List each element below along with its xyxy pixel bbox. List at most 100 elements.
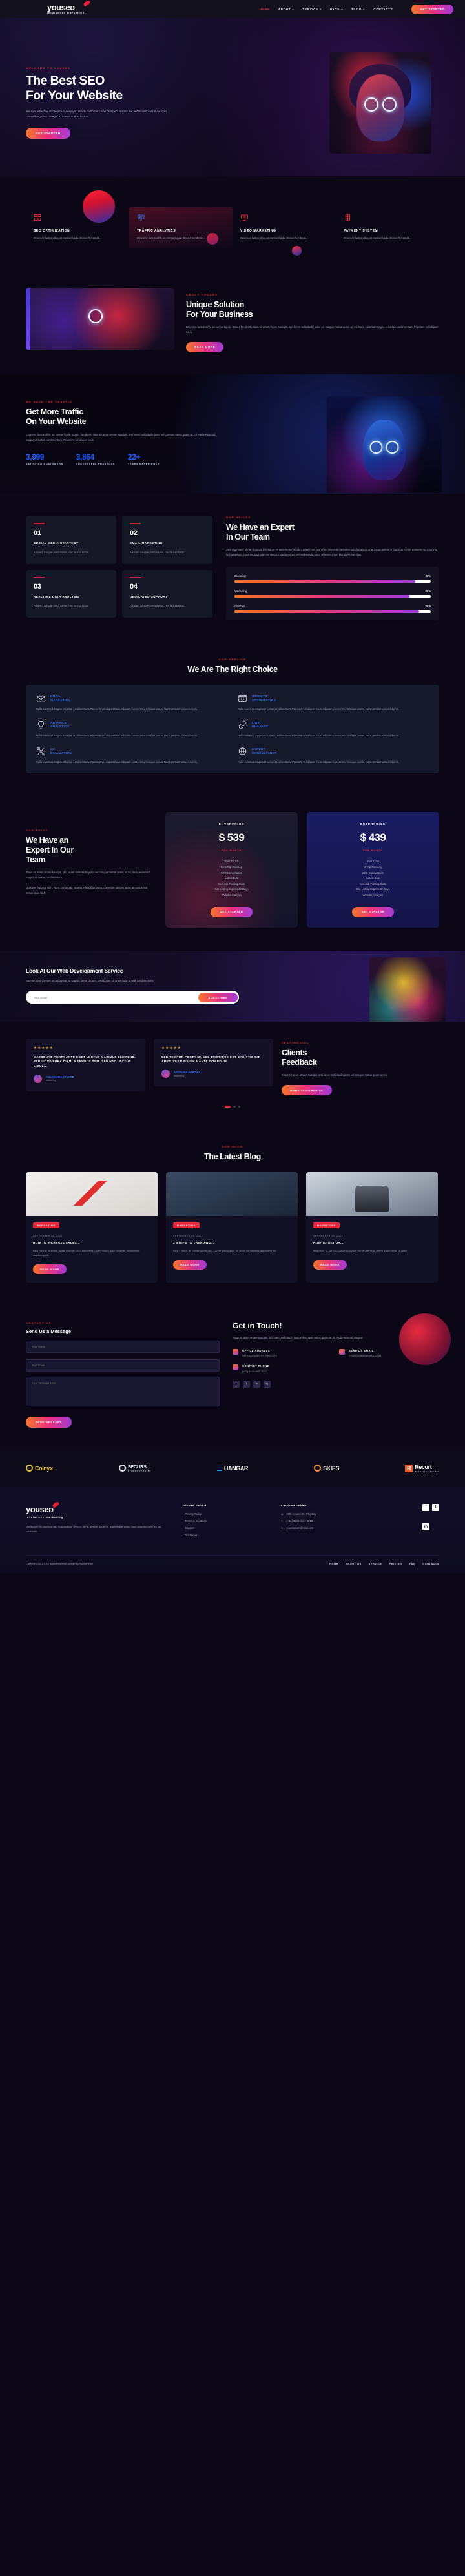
carousel-dot[interactable]	[233, 1106, 236, 1108]
footer-address: ◉ 99th Around St., Pku City	[281, 1512, 316, 1516]
unique-title-line1: Unique Solution	[186, 300, 244, 310]
testimonial-person: ANGELINA MARTINZ Marketing	[161, 1070, 265, 1079]
rating-stars-icon: ★★★★★	[161, 1046, 182, 1051]
brand-logo-coinyx: Coinyx	[26, 1465, 53, 1472]
price-features: Post 3 Job 3 Top Ranking SEO Consultation L…	[356, 860, 390, 897]
numbered-card[interactable]: 04 DEDICATED SUPPORT Aliquam congue port…	[122, 569, 212, 618]
services-section: SEO OPTIMIZATION Cras nec luctus nibh, a…	[0, 176, 465, 274]
testimonials-eyebrow: TESTIMONIAL	[282, 1041, 309, 1045]
blog-read-more-button[interactable]: READ MORE	[33, 1264, 67, 1274]
nav-item-page[interactable]: PAGE +	[330, 8, 343, 11]
message-textarea[interactable]	[26, 1376, 220, 1406]
contact-description: Risus sit amet ornare suscipit, orci lor…	[232, 1335, 364, 1339]
brand-logo-securs: SECURS CYBERSECURITY	[118, 1464, 151, 1472]
hero-cta-button[interactable]: GET STARTED	[26, 127, 70, 139]
more-testimonial-button[interactable]: MORE TESTIMONIAL	[282, 1085, 332, 1095]
contact-info-item: CONTACT PHONE (+62) 8123-4567-8910	[232, 1364, 333, 1374]
choice-item[interactable]: UX EVALUATION Nulla euismod magna et luct…	[36, 747, 227, 764]
unique-title-line2: For Your Business	[186, 310, 253, 319]
footer-email[interactable]: ✉ yourdomain@mail.com	[281, 1526, 368, 1530]
service-card[interactable]: TRAFFIC ANALYTICS Cras nec luctus nibh, …	[129, 207, 232, 248]
testimonial-person: COLINHAM LEONARD Marketing	[34, 1074, 138, 1083]
footer-nav-home[interactable]: HOME	[329, 1562, 338, 1565]
email-input[interactable]	[27, 992, 199, 1002]
send-message-button[interactable]: SEND MESSAGE	[26, 1416, 72, 1428]
choice-item[interactable]: EXPERT CONSULTANCY Nulla euismod magna et…	[238, 747, 429, 764]
skill-percent: 92%	[425, 574, 431, 578]
numbered-card[interactable]: 01 SOCIAL MEDIA STARTEGY Aliquam congue …	[26, 516, 116, 564]
nav-item-about[interactable]: ABOUT +	[278, 8, 294, 11]
blog-post-title: HOW TO GET UR...	[313, 1241, 344, 1244]
name-input[interactable]	[26, 1340, 220, 1353]
carousel-dots[interactable]	[26, 1106, 439, 1108]
nav-item-home[interactable]: HOME	[260, 8, 270, 11]
choice-item[interactable]: WEBSITE OPTIMIZATION Nulla euismod magna …	[238, 694, 429, 711]
blog-card[interactable]: MARKETING SEPTEMBER 26, 2021 HOW TO INCR…	[26, 1172, 158, 1283]
service-card[interactable]: PAYMENT SYSTEM Cras nec luctus nibh, ac …	[336, 207, 439, 248]
nav-item-blog[interactable]: BLOG +	[351, 8, 365, 11]
right-choice-section: OUR SERVICE We Are The Right Choice EMAI…	[26, 644, 439, 795]
map-pin-icon	[232, 1348, 238, 1355]
lens-left	[364, 97, 378, 112]
facebook-icon[interactable]: f	[422, 1503, 429, 1511]
carousel-dot-active[interactable]	[225, 1106, 231, 1108]
price-cta-button[interactable]: GET STARTED	[210, 906, 253, 917]
traffic-description: Cras nec luctus nibh, ac cursus ligula. …	[26, 432, 216, 441]
footer-link[interactable]: › Disclaimer	[181, 1534, 268, 1537]
service-card[interactable]: SEO OPTIMIZATION Cras nec luctus nibh, a…	[26, 207, 129, 248]
numbered-card[interactable]: 02 EMAIL MARKETING Aliquam congue porta …	[122, 516, 212, 564]
blog-read-more-button[interactable]: READ MORE	[313, 1259, 347, 1270]
subscribe-button[interactable]: SUBSCRIBE	[198, 992, 238, 1002]
numbered-card[interactable]: 03 REALTIME DATA ANALYSIS Aliquam congue…	[26, 569, 116, 618]
footer-nav-service[interactable]: SERVICE	[369, 1562, 382, 1565]
nav-item-contacts[interactable]: CONTACTS	[373, 8, 393, 11]
blog-card[interactable]: MARKETING SEPTEMBER 26, 2021 3 STEPS TO …	[166, 1172, 298, 1283]
email-input[interactable]	[26, 1359, 220, 1372]
copyright-text: Copyright 2021 © All Right Reserved Desi…	[26, 1561, 94, 1565]
footer-nav-pricing[interactable]: PRICING	[389, 1562, 402, 1565]
service-title: VIDEO MARKETING	[240, 229, 276, 233]
footer-nav-faq[interactable]: FAQ	[409, 1562, 416, 1565]
traffic-title: Get More Traffic On Your Website	[26, 407, 239, 427]
get-started-button[interactable]: GET STARTED	[411, 4, 453, 14]
neon-glasses-icon	[369, 440, 399, 454]
price-period: PER MONTH	[363, 849, 383, 853]
map-pin-icon: ◉	[281, 1512, 284, 1516]
skill-row: Marketing 89%	[234, 589, 431, 598]
nav-item-service[interactable]: SERVICE +	[302, 8, 322, 11]
service-card[interactable]: VIDEO MARKETING Cras nec luctus nibh, ac…	[232, 207, 336, 248]
price-card[interactable]: ENTERPRICE $ 439 PER MONTH Post 3 Job 3 T…	[307, 812, 439, 928]
footer-nav-contacts[interactable]: CONTACTS	[422, 1562, 439, 1565]
footer-phone[interactable]: ✆ (+62) 8123-4567-8910	[281, 1519, 368, 1523]
site-logo[interactable]: youseo infuluence marketing	[47, 0, 91, 15]
unique-read-more-button[interactable]: READ MORE	[186, 341, 224, 352]
footer-link[interactable]: › Terms & Condition	[181, 1519, 268, 1523]
card-accent-dash	[130, 523, 141, 524]
card-number: 01	[34, 529, 41, 537]
twitter-icon[interactable]: t	[432, 1503, 439, 1511]
twitter-icon[interactable]: t	[243, 1380, 250, 1388]
footer-social-links: f t in	[422, 1503, 439, 1541]
linkedin-icon[interactable]: in	[422, 1523, 429, 1531]
choice-item[interactable]: EMAIL MARKETING Nulla euismod magna et lu…	[36, 694, 227, 711]
counter-group: 3,999 SATISFIED CUSTOMERS 3,864 SUCCESSF…	[26, 452, 239, 465]
choice-item[interactable]: LINK BUILDING Nulla euismod magna et luct…	[238, 720, 429, 738]
footer-nav-about[interactable]: ABOUT US	[346, 1562, 362, 1565]
footer-logo[interactable]: youseo	[26, 1501, 60, 1514]
price-card[interactable]: ENTERPRICE $ 539 PER MONTH Post 10 Job Be…	[165, 812, 298, 927]
choice-item-text: Nulla euismod magna et luctus condimentu…	[36, 734, 198, 738]
footer-link[interactable]: › Privacy Policy	[181, 1512, 268, 1516]
skies-mark-icon	[314, 1465, 322, 1472]
info-heading: SEND US EMAIL	[349, 1348, 374, 1352]
brand-logo-skies: SKIES	[314, 1465, 339, 1472]
carousel-dot[interactable]	[238, 1106, 240, 1108]
blog-read-more-button[interactable]: READ MORE	[173, 1259, 207, 1270]
card-text: Aliquam congue porta metus, nec lacinia …	[34, 550, 89, 554]
linkedin-icon[interactable]: in	[253, 1380, 260, 1388]
price-cta-button[interactable]: GET STARTED	[351, 906, 395, 917]
choice-item[interactable]: ADVANCE ANALYTICS Nulla euismod magna et …	[36, 720, 227, 738]
footer-link[interactable]: › Support	[181, 1526, 268, 1530]
instagram-icon[interactable]: ig	[264, 1380, 271, 1388]
facebook-icon[interactable]: f	[232, 1380, 240, 1388]
blog-card[interactable]: MARKETING SEPTEMBER 26, 2021 HOW TO GET …	[306, 1172, 438, 1283]
